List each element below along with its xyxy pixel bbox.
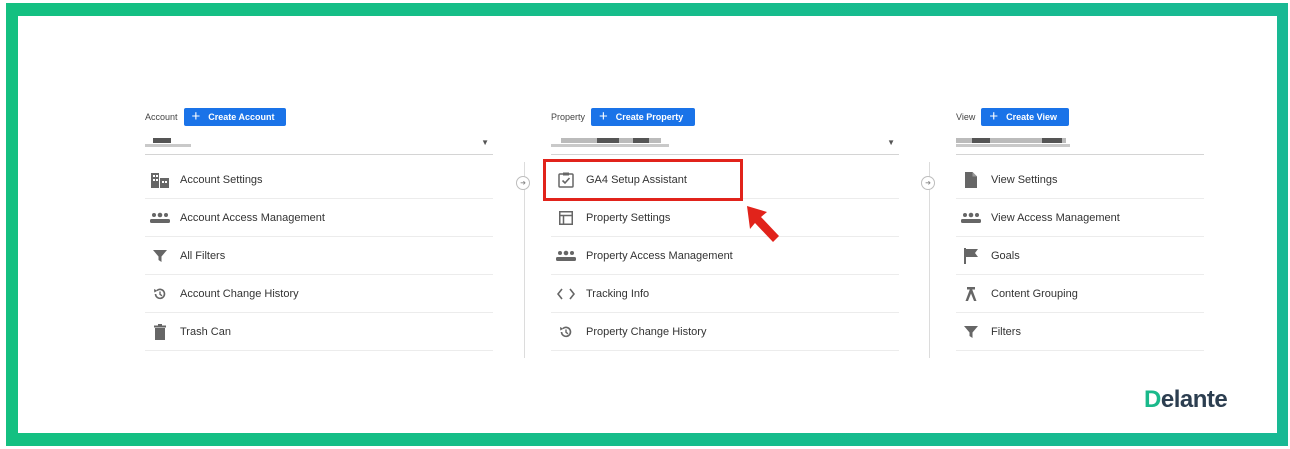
- redacted-view-id: [956, 144, 1070, 147]
- delante-logo: Delante: [1144, 386, 1228, 414]
- property-selector[interactable]: ▼: [551, 132, 899, 155]
- view-selector[interactable]: [956, 132, 1204, 155]
- plus-icon: +: [989, 108, 999, 125]
- layout-icon: [556, 208, 576, 228]
- filters-item[interactable]: Filters: [956, 313, 1204, 351]
- content-grouping-label: Content Grouping: [991, 287, 1078, 300]
- view-column: View + Create View View Settings View Ac…: [956, 108, 1204, 351]
- highlight-box: [543, 159, 743, 201]
- create-view-label: Create View: [1006, 112, 1057, 122]
- create-property-button[interactable]: + Create Property: [591, 108, 696, 126]
- logo-text: elante: [1160, 386, 1228, 413]
- plus-icon: +: [599, 108, 608, 125]
- create-account-label: Create Account: [208, 112, 275, 122]
- trash-can-item[interactable]: Trash Can: [145, 313, 493, 351]
- property-settings-item[interactable]: Property Settings: [551, 199, 899, 237]
- arrow-right-icon: ➜: [516, 176, 530, 190]
- content-grouping-item[interactable]: Content Grouping: [956, 275, 1204, 313]
- redacted-property-block: [597, 138, 619, 143]
- property-settings-label: Property Settings: [586, 211, 671, 224]
- property-change-history-item[interactable]: Property Change History: [551, 313, 899, 351]
- account-settings-label: Account Settings: [180, 173, 263, 186]
- trash-can-label: Trash Can: [180, 325, 231, 338]
- building-icon: [150, 170, 170, 190]
- all-filters-label: All Filters: [180, 249, 226, 262]
- plus-icon: +: [191, 108, 201, 125]
- view-label: View: [956, 112, 976, 122]
- redacted-property-id: [551, 144, 669, 147]
- property-column: Property + Create Property ▼ GA4 Setup A…: [551, 108, 899, 351]
- tracking-info-label: Tracking Info: [586, 287, 650, 300]
- create-property-label: Create Property: [615, 112, 684, 122]
- history-icon: [556, 322, 576, 342]
- people-icon: [556, 246, 576, 266]
- grouping-icon: [961, 284, 981, 304]
- property-change-history-label: Property Change History: [586, 325, 707, 338]
- property-access-management-item[interactable]: Property Access Management: [551, 237, 899, 275]
- tracking-info-item[interactable]: Tracking Info: [551, 275, 899, 313]
- column-divider: [524, 162, 525, 358]
- dropdown-caret-icon[interactable]: ▼: [887, 138, 895, 147]
- red-pointer-arrow-icon: [747, 206, 779, 242]
- filter-icon: [961, 322, 981, 342]
- property-access-label: Property Access Management: [586, 249, 733, 262]
- dropdown-caret-icon[interactable]: ▼: [481, 138, 489, 147]
- all-filters-item[interactable]: All Filters: [145, 237, 493, 275]
- history-icon: [150, 284, 170, 304]
- view-access-label: View Access Management: [991, 211, 1120, 224]
- document-icon: [961, 170, 981, 190]
- flag-icon: [961, 246, 981, 266]
- account-column: Account + Create Account ▼ Account Setti…: [145, 108, 493, 351]
- code-icon: [556, 284, 576, 304]
- create-account-button[interactable]: + Create Account: [183, 108, 287, 126]
- logo-letter-d: D: [1144, 386, 1161, 413]
- view-access-management-item[interactable]: View Access Management: [956, 199, 1204, 237]
- people-icon: [150, 208, 170, 228]
- filters-label: Filters: [991, 325, 1021, 338]
- goals-label: Goals: [991, 249, 1020, 262]
- redacted-property-block: [633, 138, 649, 143]
- account-access-management-item[interactable]: Account Access Management: [145, 199, 493, 237]
- account-selector[interactable]: ▼: [145, 132, 493, 155]
- goals-item[interactable]: Goals: [956, 237, 1204, 275]
- create-view-button[interactable]: + Create View: [981, 108, 1069, 126]
- redacted-account-name: [153, 138, 171, 143]
- column-divider: [929, 162, 930, 358]
- property-label: Property: [551, 112, 586, 122]
- account-change-history-label: Account Change History: [180, 287, 299, 300]
- arrow-right-icon: ➜: [921, 176, 935, 190]
- account-settings-item[interactable]: Account Settings: [145, 161, 493, 199]
- view-settings-label: View Settings: [991, 173, 1058, 186]
- account-access-label: Account Access Management: [180, 211, 325, 224]
- account-change-history-item[interactable]: Account Change History: [145, 275, 493, 313]
- redacted-account-id: [145, 144, 191, 147]
- redacted-view-block: [1042, 138, 1062, 143]
- filter-icon: [150, 246, 170, 266]
- people-icon: [961, 208, 981, 228]
- view-settings-item[interactable]: View Settings: [956, 161, 1204, 199]
- account-label: Account: [145, 112, 178, 122]
- redacted-view-block: [972, 138, 990, 143]
- trash-icon: [150, 322, 170, 342]
